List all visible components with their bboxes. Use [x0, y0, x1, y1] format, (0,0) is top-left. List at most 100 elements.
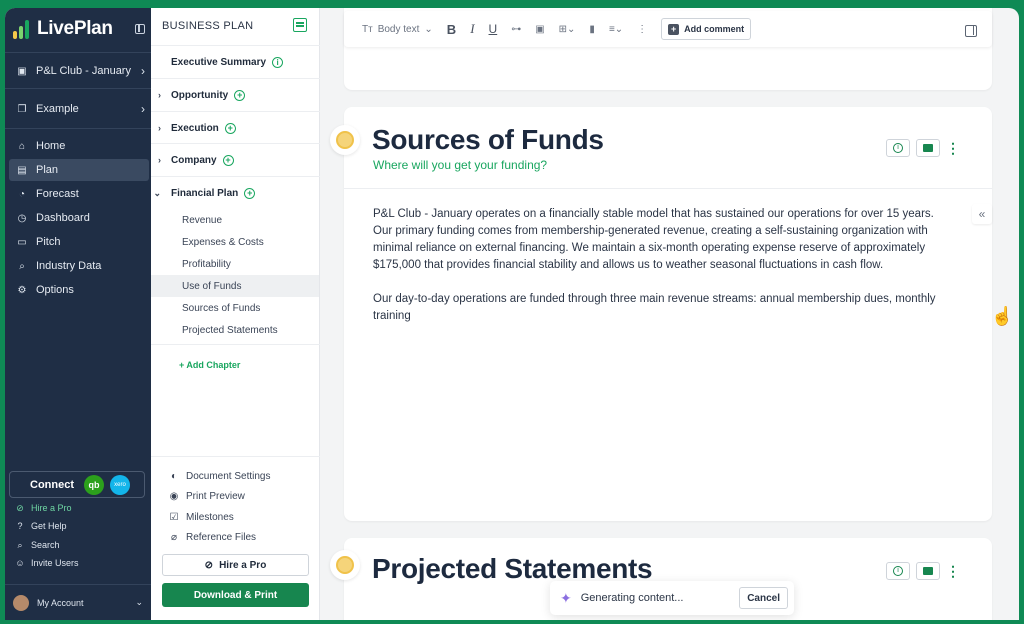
get-help-link[interactable]: ? Get Help: [15, 518, 67, 534]
nav-item-label: Industry Data: [36, 260, 102, 272]
section-actions: i ⋮: [886, 139, 960, 157]
section-use-of-funds[interactable]: Use of Funds: [151, 275, 319, 297]
add-comment-icon: +: [668, 23, 680, 35]
chapter-financial-plan[interactable]: ⌄ Financial Plan +: [151, 183, 319, 203]
store-icon: ▣: [17, 65, 27, 77]
document-settings-link[interactable]: ◐ Document Settings: [168, 467, 271, 485]
add-chapter-link[interactable]: + Add Chapter: [179, 360, 240, 370]
account-menu[interactable]: My Account ⌄: [5, 584, 151, 620]
document-icon: ❐: [17, 103, 27, 115]
nav-item-plan[interactable]: ▤ Plan: [9, 159, 149, 181]
collapse-sidebar-icon[interactable]: [135, 24, 145, 34]
workspace-name: Example: [36, 103, 79, 115]
outline-header: BUSINESS PLAN: [162, 20, 254, 32]
cancel-generation-button[interactable]: Cancel: [739, 587, 788, 609]
section-comments-button[interactable]: [916, 562, 940, 580]
section-comments-button[interactable]: [916, 139, 940, 157]
app-logo[interactable]: LivePlan: [13, 18, 113, 40]
reference-files-link[interactable]: ⌀ Reference Files: [168, 528, 256, 546]
nav-item-options[interactable]: ⚙ Options: [5, 279, 151, 301]
chapter-company[interactable]: › Company +: [151, 150, 319, 170]
bold-icon[interactable]: B: [447, 22, 456, 37]
tool-label: Reference Files: [186, 531, 257, 543]
nav-item-forecast[interactable]: ◔ Forecast: [5, 183, 151, 205]
invite-users-icon: ☺: [15, 558, 25, 568]
outline-divider: [151, 78, 320, 79]
section-info-button[interactable]: i: [886, 562, 910, 580]
company-name: P&L Club - January: [36, 65, 131, 77]
invite-users-link[interactable]: ☺ Invite Users: [15, 555, 78, 571]
section-actions: i ⋮: [886, 562, 960, 580]
body-paragraph[interactable]: P&L Club - January operates on a financi…: [373, 206, 953, 274]
generating-text: Generating content...: [580, 592, 684, 604]
section-info-button[interactable]: i: [886, 139, 910, 157]
more-options-icon[interactable]: ⋮: [637, 24, 647, 35]
chapter-executive-summary[interactable]: Executive Summary i: [151, 52, 319, 72]
info-icon[interactable]: i: [272, 56, 284, 68]
outline-list-icon[interactable]: [293, 18, 307, 32]
gear-icon: ⚙: [17, 284, 27, 296]
section-sources-of-funds[interactable]: Sources of Funds: [151, 297, 319, 319]
section-title: Sources of Funds: [372, 124, 604, 155]
align-icon[interactable]: ≡⌄: [609, 24, 623, 35]
table-icon[interactable]: ⊞⌄: [559, 24, 576, 35]
add-section-icon[interactable]: +: [222, 154, 234, 166]
tool-label: Milestones: [186, 511, 234, 523]
image-icon[interactable]: ▣: [535, 24, 544, 35]
connect-integrations[interactable]: Connect qb xero: [9, 471, 145, 498]
hire-pro-button[interactable]: ⊘ Hire a Pro: [162, 554, 309, 576]
section-more-icon[interactable]: ⋮: [946, 141, 960, 155]
link-icon[interactable]: ⊶: [511, 24, 521, 35]
outline-divider: [151, 111, 320, 112]
outline-divider: [151, 344, 320, 345]
workspace-switcher[interactable]: ❐ Example ›: [5, 98, 151, 120]
underline-icon[interactable]: U: [489, 22, 498, 36]
chevron-right-icon: ›: [141, 102, 145, 116]
double-chevron-left-icon[interactable]: «: [972, 204, 992, 224]
connect-label: Connect: [30, 478, 74, 491]
nav-item-pitch[interactable]: ▭ Pitch: [5, 231, 151, 253]
section-card-sources-of-funds: Sources of Funds Where will you get your…: [330, 107, 992, 521]
company-switcher[interactable]: ▣ P&L Club - January ›: [5, 60, 151, 82]
chapter-opportunity[interactable]: › Opportunity +: [151, 85, 319, 105]
app-name: LivePlan: [37, 18, 113, 39]
chapter-execution[interactable]: › Execution +: [151, 118, 319, 138]
side-panel-icon[interactable]: [965, 25, 977, 37]
link-label: Search: [31, 540, 60, 550]
add-comment-button[interactable]: + Add comment: [661, 18, 752, 40]
xero-icon[interactable]: xero: [110, 474, 130, 495]
section-profitability[interactable]: Profitability: [151, 253, 319, 275]
body-paragraph[interactable]: Our day-to-day operations are funded thr…: [373, 291, 953, 325]
italic-icon[interactable]: I: [470, 21, 474, 37]
text-type-icon: Tт: [362, 23, 373, 35]
section-revenue[interactable]: Revenue: [151, 209, 319, 231]
download-print-button[interactable]: Download & Print: [162, 583, 309, 607]
milestones-link[interactable]: ☑ Milestones: [168, 508, 234, 526]
checkbox-icon: ☑: [169, 511, 179, 523]
search-link[interactable]: ⌕ Search: [15, 537, 60, 553]
chevron-right-icon: ›: [158, 123, 161, 133]
text-style-dropdown[interactable]: Tт Body text ⌄: [362, 24, 433, 35]
section-more-icon[interactable]: ⋮: [946, 564, 960, 578]
section-expenses-costs[interactable]: Expenses & Costs: [151, 231, 319, 253]
check-circle-icon: ⊘: [204, 559, 214, 571]
chevron-right-icon: ›: [158, 90, 161, 100]
hire-pro-link[interactable]: ⊘ Hire a Pro: [15, 500, 71, 516]
add-section-icon[interactable]: +: [244, 187, 256, 199]
app-window: LivePlan ▣ P&L Club - January › ❐ Exampl…: [5, 8, 1019, 620]
nav-divider: [5, 52, 151, 53]
section-body[interactable]: P&L Club - January operates on a financi…: [373, 206, 953, 342]
check-circle-icon: ⊘: [16, 502, 24, 513]
add-section-icon[interactable]: +: [224, 122, 236, 134]
link-label: Get Help: [31, 521, 67, 531]
section-projected-statements[interactable]: Projected Statements: [151, 319, 319, 341]
add-section-icon[interactable]: +: [234, 89, 246, 101]
nav-item-industry-data[interactable]: ⌕ Industry Data: [5, 255, 151, 277]
quickbooks-icon[interactable]: qb: [84, 474, 104, 495]
nav-item-dashboard[interactable]: ◷ Dashboard: [5, 207, 151, 229]
chart-icon[interactable]: ▮: [589, 24, 595, 35]
print-preview-link[interactable]: ◉ Print Preview: [168, 487, 245, 505]
nav-item-home[interactable]: ⌂ Home: [5, 135, 151, 157]
tool-label: Document Settings: [186, 470, 271, 482]
editor-area: Tт Body text ⌄ B I U ⊶ ▣ ⊞⌄ ▮ ≡⌄ ⋮ + Add…: [320, 8, 1019, 620]
